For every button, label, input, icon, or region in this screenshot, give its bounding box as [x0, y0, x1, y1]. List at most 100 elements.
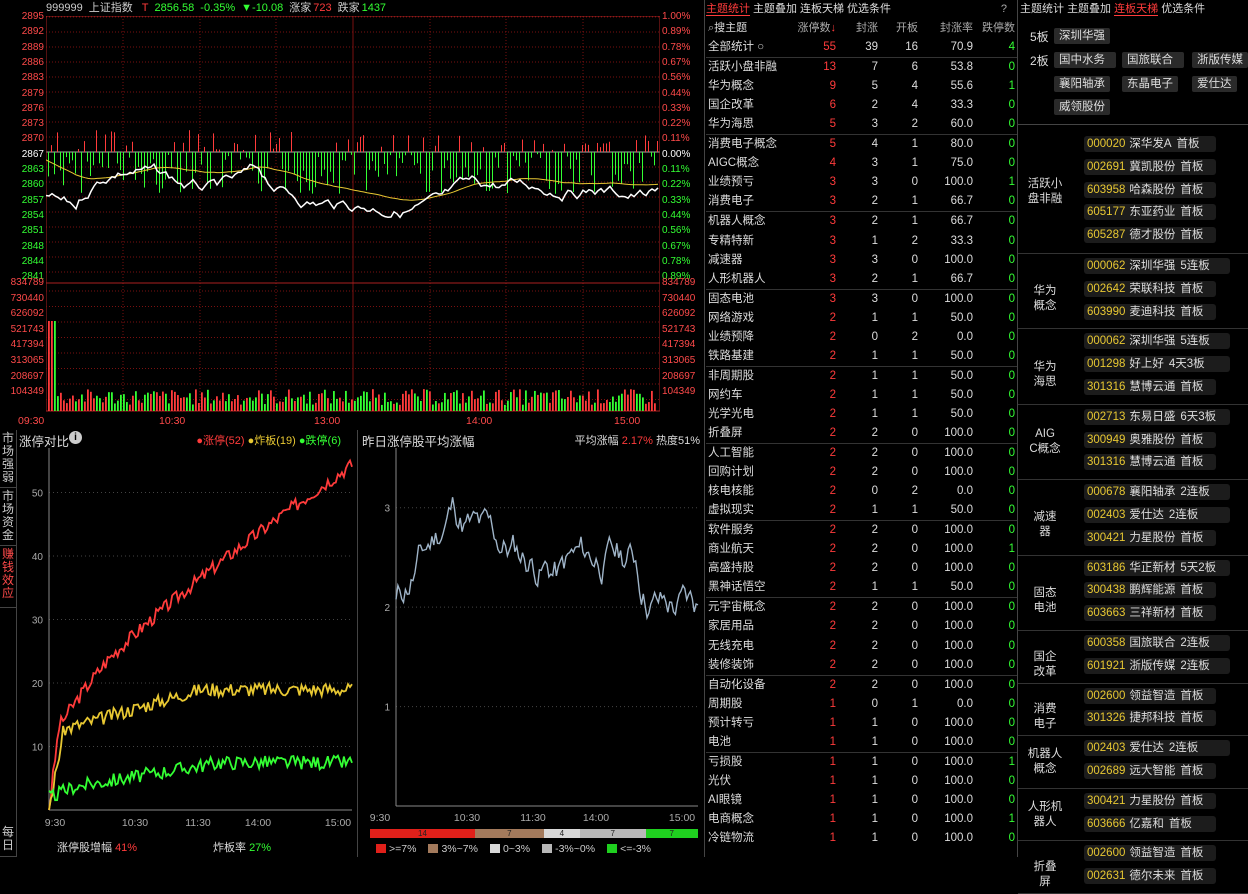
theme-row[interactable]: 软件服务 2 2 0 100.0 0	[706, 520, 1017, 541]
ladder-stock[interactable]: 601921 浙版传媒 2连板	[1084, 657, 1230, 674]
ladder-stock[interactable]: 002689 远大智能 首板	[1084, 763, 1216, 779]
theme-row[interactable]: 专精特新 3 1 2 33.3 0	[706, 231, 1017, 250]
circle-icon[interactable]: ○	[754, 41, 764, 53]
col-limit-down[interactable]: 跌停数	[973, 19, 1017, 38]
col-opened[interactable]: 开板	[878, 19, 918, 38]
theme-row[interactable]: 减速器 3 3 0 100.0 0	[706, 251, 1017, 270]
ladder-stock[interactable]: 002691 冀凯股份 首板	[1084, 158, 1216, 175]
ladder-stock[interactable]: 605287 德才股份 首板	[1084, 227, 1216, 244]
theme-row[interactable]: 铁路基建 2 1 1 50.0 0	[706, 347, 1017, 367]
ladder-stock[interactable]: 603186 华正新材 5天2板	[1084, 559, 1230, 576]
ladder-stock[interactable]: 002403 爱仕达 2连板	[1084, 507, 1230, 523]
ladder-chip[interactable]: 襄阳轴承	[1054, 76, 1110, 92]
ladder-stock[interactable]: 300949 奥雅股份 首板	[1084, 431, 1216, 448]
ladder-chip[interactable]: 国旅联合	[1122, 52, 1184, 68]
ladder-stock[interactable]: 603990 麦迪科技 首板	[1084, 303, 1216, 320]
ladder-stock[interactable]: 000062 深圳华强 5连板	[1084, 258, 1230, 274]
theme-row[interactable]: 冷链物流 1 1 0 100.0 0	[706, 829, 1017, 848]
theme-row[interactable]: AI眼镜 1 1 0 100.0 0	[706, 791, 1017, 810]
theme-row[interactable]: 自动化设备 2 2 0 100.0 0	[706, 674, 1017, 695]
ladder-chip[interactable]: 爱仕达	[1192, 76, 1237, 92]
side-tab-1[interactable]: 市场资金	[0, 490, 16, 546]
theme-row[interactable]: AIGC概念 4 3 1 75.0 0	[706, 154, 1017, 173]
ladder-stock[interactable]: 002631 德尔未来 首板	[1084, 868, 1216, 885]
tab-filter[interactable]: 优选条件	[847, 3, 891, 15]
ladder-stock[interactable]: 002600 领益智造 首板	[1084, 687, 1216, 704]
theme-row[interactable]: 业绩预亏 3 3 0 100.0 1	[706, 173, 1017, 192]
tab2-filter[interactable]: 优选条件	[1161, 3, 1205, 15]
tab2-theme-stats[interactable]: 主题统计	[1020, 3, 1064, 15]
theme-row[interactable]: 光学光电 2 1 1 50.0 0	[706, 405, 1017, 424]
ladder-chip[interactable]: 威领股份	[1054, 99, 1110, 115]
theme-row[interactable]: 全部统计 ○ 55 39 16 70.9 4	[706, 38, 1017, 58]
index-chart[interactable]	[46, 16, 660, 426]
ladder-stock[interactable]: 000678 襄阳轴承 2连板	[1084, 484, 1230, 501]
side-tab-3[interactable]: 每日	[0, 826, 16, 857]
theme-row[interactable]: 装修装饰 2 2 0 100.0 0	[706, 656, 1017, 676]
ladder-stock[interactable]: 600358 国旅联合 2连板	[1084, 635, 1230, 651]
theme-row[interactable]: 预计转亏 1 1 0 100.0 0	[706, 714, 1017, 733]
ladder-stock[interactable]: 603958 哈森股份 首板	[1084, 181, 1216, 198]
theme-row[interactable]: 元宇宙概念 2 2 0 100.0 0	[706, 597, 1017, 618]
theme-row[interactable]: 家居用品 2 2 0 100.0 0	[706, 617, 1017, 636]
theme-row[interactable]: 非周期股 2 1 1 50.0 0	[706, 365, 1017, 386]
tab2-ladder[interactable]: 连板天梯	[1114, 3, 1159, 16]
ladder-stock[interactable]: 000062 深圳华强 5连板	[1084, 333, 1230, 350]
theme-row[interactable]: 虚拟现实 2 1 1 50.0 0	[706, 501, 1017, 521]
ladder-chip[interactable]: 东晶电子	[1122, 76, 1178, 92]
theme-row[interactable]: 人形机器人 3 2 1 66.7 0	[706, 270, 1017, 290]
col-sealed[interactable]: 封涨	[838, 19, 878, 38]
ladder-stock[interactable]: 603663 三祥新材 首板	[1084, 605, 1216, 622]
tab2-theme-overlay[interactable]: 主题叠加	[1067, 3, 1111, 15]
theme-search[interactable]: 搜主题	[714, 22, 747, 34]
tab-theme-stats[interactable]: 主题统计	[706, 3, 750, 16]
theme-row[interactable]: 华为海思 5 3 2 60.0 0	[706, 115, 1017, 135]
theme-row[interactable]: 电商概念 1 1 0 100.0 1	[706, 810, 1017, 829]
tab-theme-overlay[interactable]: 主题叠加	[753, 3, 797, 15]
ladder-stock[interactable]: 300421 力星股份 首板	[1084, 792, 1216, 809]
theme-row[interactable]: 周期股 1 0 1 0.0 0	[706, 695, 1017, 714]
ladder-stock[interactable]: 603666 亿嘉和 首板	[1084, 815, 1216, 832]
theme-row[interactable]: 亏损股 1 1 0 100.0 1	[706, 751, 1017, 772]
theme-row[interactable]: 华为概念 9 5 4 55.6 1	[706, 77, 1017, 96]
col-seal-rate[interactable]: 封涨率	[918, 19, 973, 38]
theme-row[interactable]: 黑神话悟空 2 1 1 50.0 0	[706, 578, 1017, 598]
theme-row[interactable]: 固态电池 3 3 0 100.0 0	[706, 288, 1017, 309]
theme-row[interactable]: 商业航天 2 2 0 100.0 1	[706, 540, 1017, 559]
ladder-chip[interactable]: 浙版传媒	[1192, 52, 1248, 68]
avg-rise-chart[interactable]: 3 2 1 9:30 10:30 11:30 14:00 15:00	[360, 448, 704, 828]
help-icon[interactable]: ?	[1001, 0, 1007, 18]
ladder-stock[interactable]: 002642 荣联科技 首板	[1084, 280, 1216, 297]
theme-row[interactable]: 人工智能 2 2 0 100.0 0	[706, 443, 1017, 464]
theme-row[interactable]: 核电核能 2 0 2 0.0 0	[706, 482, 1017, 501]
theme-row[interactable]: 国企改革 6 2 4 33.3 0	[706, 96, 1017, 115]
theme-row[interactable]: 光伏 1 1 0 100.0 0	[706, 772, 1017, 791]
ladder-stock[interactable]: 301326 捷邦科技 首板	[1084, 710, 1216, 727]
theme-row[interactable]: 消费电子概念 5 4 1 80.0 0	[706, 134, 1017, 155]
ladder-stock[interactable]: 300421 力星股份 首板	[1084, 529, 1216, 546]
ladder-stock[interactable]: 301316 慧博云通 首板	[1084, 454, 1216, 471]
theme-row[interactable]: 业绩预降 2 0 2 0.0 0	[706, 328, 1017, 347]
theme-row[interactable]: 回购计划 2 2 0 100.0 0	[706, 463, 1017, 482]
side-tab-2[interactable]: 赚钱效应	[0, 548, 16, 608]
info-icon[interactable]: i	[69, 431, 82, 444]
ladder-stock[interactable]: 002600 领益智造 首板	[1084, 845, 1216, 862]
theme-row[interactable]: 折叠屏 2 2 0 100.0 0	[706, 424, 1017, 444]
ladder-stock[interactable]: 300438 鹏辉能源 首板	[1084, 582, 1216, 599]
ladder-stock[interactable]: 002403 爱仕达 2连板	[1084, 740, 1230, 757]
theme-row[interactable]: 高盛持股 2 2 0 100.0 0	[706, 559, 1017, 578]
theme-row[interactable]: 网约车 2 1 1 50.0 0	[706, 386, 1017, 405]
theme-row[interactable]: 无线充电 2 2 0 100.0 0	[706, 637, 1017, 656]
ladder-stock[interactable]: 301316 慧博云通 首板	[1084, 379, 1216, 395]
col-limit-up[interactable]: 涨停数↓	[788, 19, 838, 38]
ladder-stock[interactable]: 605177 东亚药业 首板	[1084, 204, 1216, 221]
ladder-stock[interactable]: 000020 深华发A 首板	[1084, 136, 1216, 152]
ladder-chip[interactable]: 国中水务	[1054, 52, 1116, 68]
ladder-chip[interactable]: 深圳华强	[1054, 28, 1110, 44]
ladder-stock[interactable]: 002713 东易日盛 6天3板	[1084, 408, 1230, 425]
side-tab-0[interactable]: 市场强弱	[0, 432, 16, 488]
ladder-stock[interactable]: 001298 好上好 4天3板	[1084, 356, 1230, 373]
theme-row[interactable]: 活跃小盘非融 13 7 6 53.8 0	[706, 57, 1017, 78]
theme-row[interactable]: 机器人概念 3 2 1 66.7 0	[706, 211, 1017, 232]
theme-row[interactable]: 网络游戏 2 1 1 50.0 0	[706, 309, 1017, 328]
